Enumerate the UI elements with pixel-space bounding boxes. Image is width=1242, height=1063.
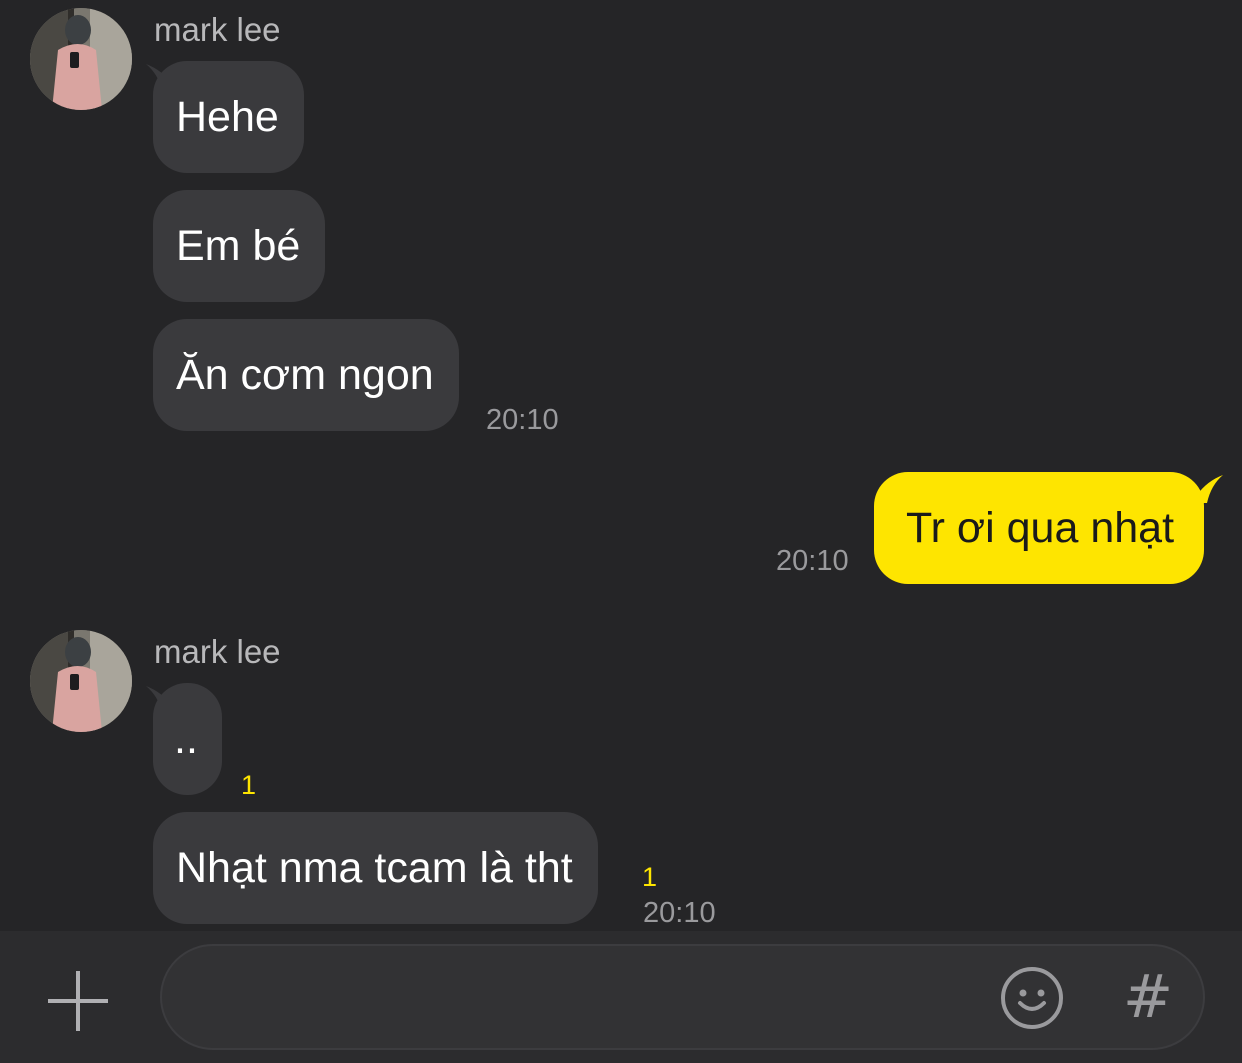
bubble-tail <box>1197 475 1223 503</box>
message-bubble[interactable]: Nhạt nma tcam là tht <box>153 812 598 924</box>
message-bubble-outgoing[interactable]: Tr ơi qua nhạt <box>874 472 1205 584</box>
message-timestamp: 20:10 <box>486 404 559 436</box>
avatar-photo <box>30 630 132 732</box>
message-bubble[interactable]: Em bé <box>153 190 326 302</box>
sender-avatar[interactable] <box>30 8 132 110</box>
unread-count: 1 <box>642 862 658 892</box>
message-input-bar: # <box>0 931 1242 1063</box>
message-timestamp: 20:10 <box>776 545 849 577</box>
sender-name: mark lee <box>154 633 281 670</box>
unread-count: 1 <box>241 770 257 800</box>
hashtag-search-button[interactable]: # <box>1118 967 1178 1027</box>
sender-name: mark lee <box>154 11 281 48</box>
message-bubble[interactable]: Hehe <box>153 61 304 173</box>
message-bubble[interactable]: Ăn cơm ngon <box>153 319 459 431</box>
sender-avatar[interactable] <box>30 630 132 732</box>
emoji-icon[interactable] <box>999 965 1065 1031</box>
plus-icon[interactable] <box>38 961 118 1041</box>
message-timestamp: 20:10 <box>643 897 716 929</box>
avatar-photo <box>30 8 132 110</box>
message-bubble[interactable]: .. <box>153 683 222 795</box>
